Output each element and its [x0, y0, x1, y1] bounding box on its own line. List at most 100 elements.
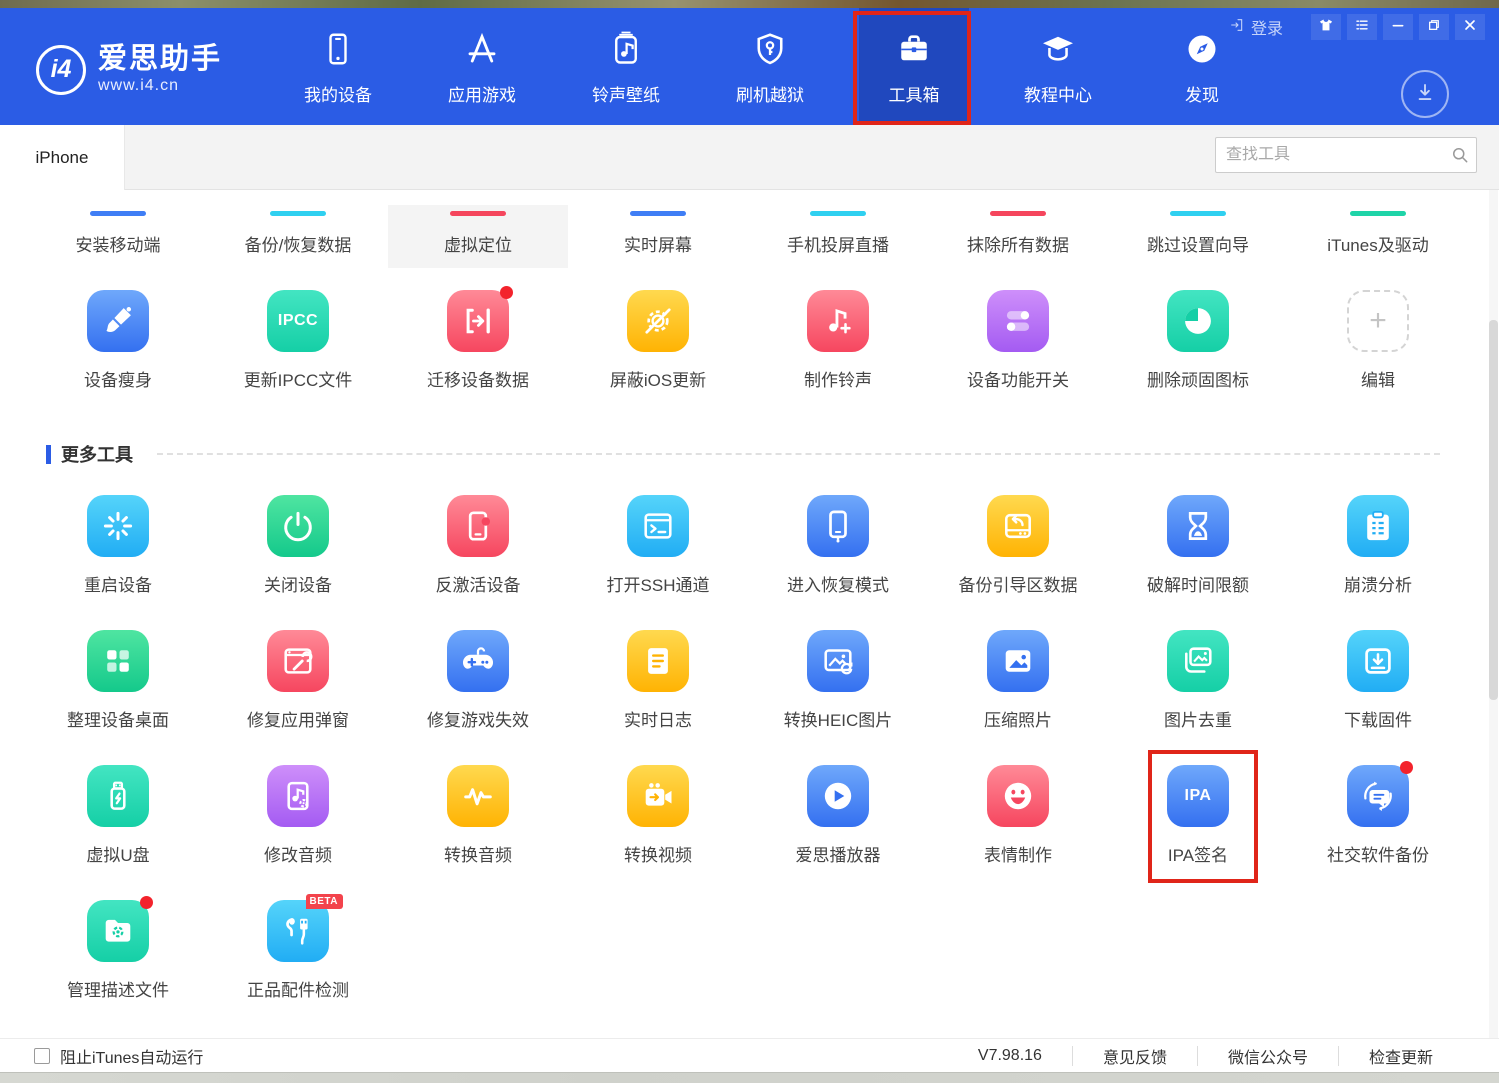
tool-item[interactable]: 设备瘦身 — [28, 290, 208, 425]
maximize-button[interactable] — [1419, 14, 1449, 40]
waveform-icon — [460, 778, 496, 814]
tool-item[interactable]: 迁移设备数据 — [388, 290, 568, 425]
tool-item[interactable]: 删除顽固图标 — [1108, 290, 1288, 425]
scrollbar-thumb[interactable] — [1489, 320, 1498, 700]
tool-item[interactable]: 破解时间限额 — [1108, 495, 1288, 630]
app-url: www.i4.cn — [98, 77, 222, 95]
nav-flash-jailbreak[interactable]: 刷机越狱 — [698, 8, 842, 125]
nav-my-devices[interactable]: 我的设备 — [266, 8, 410, 125]
tool-item[interactable]: 爱思播放器 — [748, 765, 928, 900]
tool-label: 安装移动端 — [76, 231, 161, 256]
tool-item[interactable]: 修复游戏失效 — [388, 630, 568, 765]
tool-item[interactable]: + 编辑 — [1288, 290, 1468, 425]
tool-label: 备份/恢复数据 — [245, 231, 352, 256]
tool-label: 修改音频 — [264, 841, 332, 866]
footer-link[interactable]: 微信公众号 — [1198, 1044, 1338, 1068]
titlebar-controls: 登录 — [1229, 14, 1485, 40]
tool-item[interactable]: 修改音频 — [208, 765, 388, 900]
tool-item[interactable]: BETA 正品配件检测 — [208, 900, 388, 1035]
nav-toolbox[interactable]: 工具箱 — [842, 8, 986, 125]
tool-item[interactable]: 管理描述文件 — [28, 900, 208, 1035]
toolbox-icon — [895, 30, 933, 68]
login-icon — [1229, 17, 1245, 38]
music-gear-icon — [280, 778, 316, 814]
tool-label: 制作铃声 — [804, 366, 872, 391]
tool-item[interactable]: IPA IPA签名 — [1108, 765, 1288, 900]
skin-button[interactable] — [1311, 14, 1341, 40]
tool-item[interactable]: 转换HEIC图片 — [748, 630, 928, 765]
tool-item[interactable]: 压缩照片 — [928, 630, 1108, 765]
tool-item[interactable]: 实时屏幕 — [568, 205, 748, 268]
minimize-button[interactable] — [1383, 14, 1413, 40]
tool-label: 爱思播放器 — [796, 841, 881, 866]
app-games-icon — [463, 30, 501, 68]
tool-item[interactable]: 抹除所有数据 — [928, 205, 1108, 268]
menu-icon — [1354, 17, 1370, 38]
tool-item[interactable]: 转换音频 — [388, 765, 568, 900]
nav-ringtones-wallpapers[interactable]: 铃声壁纸 — [554, 8, 698, 125]
taskbar-edge-strip — [0, 1072, 1499, 1083]
block-itunes-checkbox-row[interactable]: 阻止iTunes自动运行 — [34, 1044, 203, 1068]
photo-refresh-icon — [820, 643, 856, 679]
scrollbar-track[interactable] — [1489, 190, 1498, 1038]
tool-label: 编辑 — [1361, 366, 1395, 391]
tool-item[interactable]: 转换视频 — [568, 765, 748, 900]
tool-item[interactable]: 跳过设置向导 — [1108, 205, 1288, 268]
tab-iphone[interactable]: iPhone — [0, 125, 125, 190]
tool-item[interactable]: 备份/恢复数据 — [208, 205, 388, 268]
ipcc-text-icon: IPCC — [278, 312, 318, 330]
close-button[interactable] — [1455, 14, 1485, 40]
tool-item[interactable]: iTunes及驱动 — [1288, 205, 1468, 268]
tool-label: 关闭设备 — [264, 571, 332, 596]
phone-deactivate-icon — [460, 508, 496, 544]
tool-item[interactable]: 制作铃声 — [748, 290, 928, 425]
nav-tutorial-center[interactable]: 教程中心 — [986, 8, 1130, 125]
earphones-icon — [280, 913, 316, 949]
menu-button[interactable] — [1347, 14, 1377, 40]
login-button[interactable]: 登录 — [1229, 15, 1283, 39]
tool-item[interactable]: 下载固件 — [1288, 630, 1468, 765]
nav-label: 铃声壁纸 — [592, 81, 660, 106]
device-tabbar: iPhone — [0, 125, 1499, 190]
block-itunes-checkbox[interactable] — [34, 1048, 50, 1064]
search-icon[interactable] — [1443, 145, 1476, 165]
tool-item[interactable]: 崩溃分析 — [1288, 495, 1468, 630]
tool-label: IPA签名 — [1168, 841, 1228, 866]
tool-item[interactable]: 实时日志 — [568, 630, 748, 765]
tool-item[interactable]: 重启设备 — [28, 495, 208, 630]
tool-item[interactable]: 屏蔽iOS更新 — [568, 290, 748, 425]
tool-label: 重启设备 — [84, 571, 152, 596]
tool-item[interactable]: 虚拟定位 — [388, 205, 568, 268]
ipa-text-icon: IPA — [1185, 787, 1212, 805]
tool-label: 反激活设备 — [436, 571, 521, 596]
tool-item[interactable]: 关闭设备 — [208, 495, 388, 630]
tool-item[interactable]: 整理设备桌面 — [28, 630, 208, 765]
block-update-icon — [640, 303, 676, 339]
tool-item[interactable]: 图片去重 — [1108, 630, 1288, 765]
download-tasks-button[interactable] — [1401, 70, 1449, 118]
tool-item[interactable]: 反激活设备 — [388, 495, 568, 630]
tool-label: 破解时间限额 — [1147, 571, 1249, 596]
tool-item[interactable]: 安装移动端 — [28, 205, 208, 268]
tool-label: 虚拟定位 — [444, 231, 512, 256]
disk-arrow-icon — [1000, 508, 1036, 544]
nav-label: 应用游戏 — [448, 81, 516, 106]
tool-item[interactable]: 手机投屏直播 — [748, 205, 928, 268]
tool-item[interactable]: 社交软件备份 — [1288, 765, 1468, 900]
folder-gear-icon — [100, 913, 136, 949]
tool-item[interactable]: 虚拟U盘 — [28, 765, 208, 900]
footer-link[interactable]: 检查更新 — [1339, 1044, 1463, 1068]
tool-item[interactable]: 表情制作 — [928, 765, 1108, 900]
tool-item[interactable]: 设备功能开关 — [928, 290, 1108, 425]
notification-dot — [1400, 761, 1413, 774]
tool-item[interactable]: 打开SSH通道 — [568, 495, 748, 630]
footer-link[interactable]: 意见反馈 — [1073, 1044, 1197, 1068]
tool-item[interactable]: 修复应用弹窗 — [208, 630, 388, 765]
login-label: 登录 — [1251, 15, 1283, 39]
tool-item[interactable]: 备份引导区数据 — [928, 495, 1108, 630]
tool-item[interactable]: 进入恢复模式 — [748, 495, 928, 630]
brush-icon — [100, 303, 136, 339]
search-input[interactable] — [1216, 146, 1443, 164]
nav-app-games[interactable]: 应用游戏 — [410, 8, 554, 125]
tool-item[interactable]: IPCC 更新IPCC文件 — [208, 290, 388, 425]
